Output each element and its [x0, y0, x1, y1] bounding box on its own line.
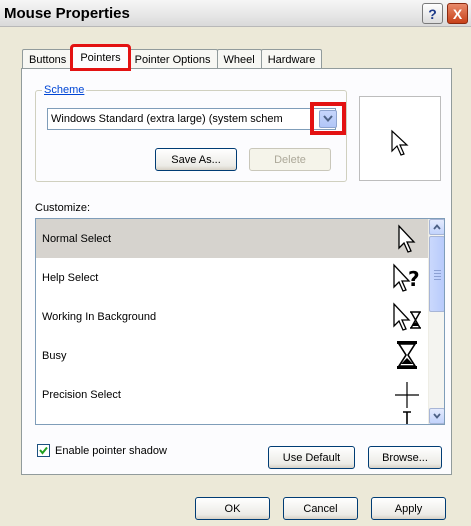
scheme-dropdown-highlight: [310, 102, 346, 135]
shadow-checkbox[interactable]: [37, 444, 50, 457]
scheme-dropdown[interactable]: Windows Standard (extra large) (system s…: [47, 108, 336, 130]
list-item-label: Precision Select: [42, 388, 121, 401]
scrollbar-thumb[interactable]: [429, 236, 444, 312]
scheme-group-label: Scheme: [42, 84, 87, 96]
tab-hardware[interactable]: Hardware: [260, 49, 323, 69]
list-item[interactable]: Precision Select: [36, 375, 429, 414]
scheme-label-text: Scheme: [44, 84, 85, 96]
close-button[interactable]: X: [447, 3, 468, 24]
working-cursor-icon: [393, 302, 421, 331]
tab-wheel[interactable]: Wheel: [216, 49, 262, 69]
shadow-option[interactable]: Enable pointer shadow: [37, 444, 167, 457]
cursor-list[interactable]: Normal Select Help Select ? Working In B…: [35, 218, 445, 425]
delete-button[interactable]: Delete: [249, 148, 331, 171]
scroll-up-button[interactable]: [429, 219, 444, 235]
arrow-cursor-icon: [391, 129, 409, 156]
help-icon: ?: [428, 5, 437, 22]
list-item-partial: [36, 411, 429, 424]
window-title: Mouse Properties: [4, 5, 130, 22]
list-item[interactable]: Busy: [36, 336, 429, 375]
list-item[interactable]: Working In Background: [36, 297, 429, 336]
ok-button[interactable]: OK: [195, 497, 270, 520]
browse-button[interactable]: Browse...: [368, 446, 442, 469]
cursor-preview: [359, 96, 441, 181]
scroll-down-button[interactable]: [429, 408, 444, 424]
cancel-button[interactable]: Cancel: [283, 497, 358, 520]
crosshair-cursor-icon: [395, 382, 419, 408]
save-as-button[interactable]: Save As...: [155, 148, 237, 171]
use-default-button[interactable]: Use Default: [268, 446, 355, 469]
list-item-label: Normal Select: [42, 232, 112, 245]
close-icon: X: [452, 5, 463, 22]
title-bar[interactable]: Mouse Properties ? X: [0, 0, 471, 27]
list-item-label: Working In Background: [42, 310, 157, 323]
help-button[interactable]: ?: [422, 3, 443, 24]
vertical-scrollbar[interactable]: [428, 219, 444, 424]
tab-pointers[interactable]: Pointers: [70, 44, 131, 71]
mouse-properties-window: Mouse Properties ? X Buttons Pointers Po…: [0, 0, 471, 526]
list-item[interactable]: Normal Select: [36, 219, 429, 258]
apply-button[interactable]: Apply: [371, 497, 446, 520]
checkmark-icon: [39, 446, 48, 455]
arrow-cursor-icon: [398, 224, 416, 253]
shadow-label: Enable pointer shadow: [55, 444, 167, 457]
chevron-down-icon[interactable]: [319, 109, 337, 128]
customize-label: Customize:: [35, 202, 91, 214]
help-cursor-icon: ?: [393, 263, 420, 292]
list-item-label: Help Select: [42, 271, 99, 284]
scheme-selected-value: Windows Standard (extra large) (system s…: [51, 113, 283, 125]
svg-text:?: ?: [408, 267, 420, 291]
tab-buttons[interactable]: Buttons: [22, 49, 74, 69]
text-select-cursor-icon: [403, 411, 411, 424]
tab-strip: Buttons Pointers Pointer Options Wheel H…: [22, 44, 323, 71]
list-item-label: Busy: [42, 349, 67, 362]
tab-pointer-options[interactable]: Pointer Options: [127, 49, 218, 69]
hourglass-cursor-icon: [397, 341, 417, 369]
list-item[interactable]: Help Select ?: [36, 258, 429, 297]
cursor-list-items: Normal Select Help Select ? Working In B…: [36, 219, 429, 424]
